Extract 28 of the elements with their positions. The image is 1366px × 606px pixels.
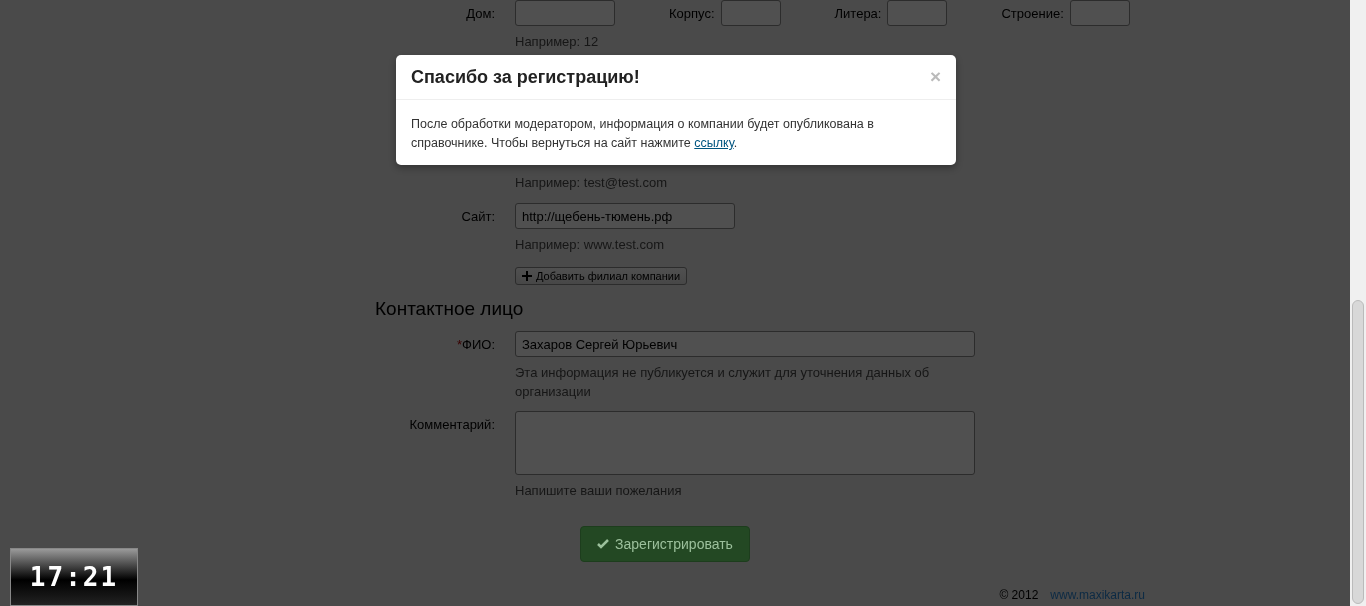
input-field[interactable] [720,0,781,26]
field-label: Комментарий: [408,416,495,434]
register-button[interactable]: Зарегистрировать [580,526,750,562]
clock-time: 17:21 [29,562,119,592]
input-field[interactable]: Захаров Сергей Юрьевич [515,331,975,357]
scrollbar[interactable] [1350,0,1366,606]
field-label: *ФИО: [456,336,495,354]
input-field[interactable] [1069,0,1130,26]
site-link[interactable]: www.maxikarta.ru [1050,588,1145,602]
input-field[interactable] [887,0,948,26]
field-label: Корпус: [669,5,715,21]
comment-field[interactable] [515,411,975,475]
field-label: Литера: [834,5,882,21]
input-field[interactable]: http://щебень-тюмень.рф [515,203,735,229]
modal-title: Спасибо за регистрацию! [411,66,640,88]
input-field[interactable] [515,0,615,26]
field-label: Дом: [465,5,495,23]
field-label: Сайт: [460,208,495,226]
plus-icon [522,271,532,281]
modal-message: После обработки модератором, информация о компании будет опубликована в справочнике. Чтобы вернуться на сайт нажмите ссылку. [410,116,875,152]
copyright-text: © 2012 [999,588,1039,602]
checkmark-icon [597,539,610,549]
field-label: Строение: [1001,5,1064,21]
section-heading: Контактное лицо [375,297,525,321]
return-link[interactable]: ссылку [694,136,734,150]
add-branch-button[interactable]: Добавить филиал компании [515,267,688,285]
scrollbar-thumb[interactable] [1352,300,1364,604]
close-button[interactable]: × [929,66,941,88]
